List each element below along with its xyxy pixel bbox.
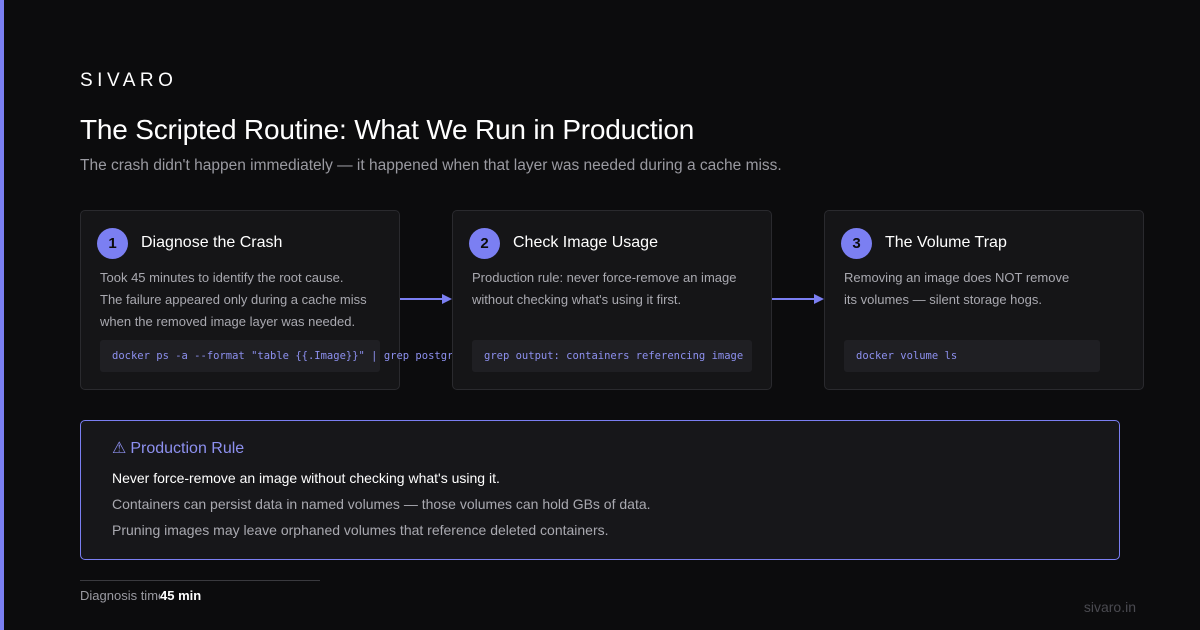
step-description: Took 45 minutes to identify the root cau…: [100, 267, 381, 333]
step-description: Removing an image does NOT remove its vo…: [844, 267, 1125, 311]
code-snippet: grep output: containers referencing imag…: [472, 340, 752, 372]
step-card-1: 1 Diagnose the Crash Took 45 minutes to …: [80, 210, 466, 390]
page-title: The Scripted Routine: What We Run in Pro…: [80, 114, 695, 145]
production-rule-callout: ⚠ Production Rule Never force-remove an i…: [80, 420, 1120, 560]
step-card-2: 2 Check Image Usage Production rule: nev…: [452, 210, 772, 390]
step-description-line: when the removed image layer was needed.: [100, 314, 356, 329]
callout-title-text: Production Rule: [130, 440, 245, 457]
metric-label: Diagnosis time: [80, 588, 160, 603]
code-snippet: docker volume ls: [844, 340, 1100, 372]
step-description: Production rule: never force-remove an i…: [472, 267, 753, 311]
step-description-line: Took 45 minutes to identify the root cau…: [100, 270, 344, 285]
accent-bar: [0, 0, 4, 630]
step-description-line: Production rule: never force-remove an i…: [472, 270, 737, 285]
callout-line: Containers can persist data in named vol…: [112, 496, 651, 512]
metric: Diagnosis time45 min: [80, 588, 201, 603]
footer-url: sivaro.in: [1083, 599, 1136, 615]
arrow-right-icon: [400, 294, 452, 304]
warning-icon: ⚠: [112, 440, 127, 457]
metric-value: 45 min: [160, 588, 202, 603]
step-card-3: 3 The Volume Trap Removing an image does…: [824, 210, 1144, 390]
divider: [80, 580, 320, 581]
step-title: Diagnose the Crash: [141, 234, 283, 251]
step-description-line: Removing an image does NOT remove: [844, 270, 1070, 285]
step-title: Check Image Usage: [513, 234, 658, 251]
step-number-badge: 1: [97, 228, 128, 259]
step-number-badge: 3: [841, 228, 872, 259]
code-snippet: docker ps -a --format "table {{.Image}}"…: [100, 340, 466, 372]
callout-title: ⚠ Production Rule: [112, 438, 244, 458]
step-description-line: The failure appeared only during a cache…: [100, 292, 367, 307]
page-subtitle: The crash didn't happen immediately — it…: [80, 157, 782, 174]
callout-line-primary: Never force-remove an image without chec…: [112, 470, 500, 486]
step-number-badge: 2: [469, 228, 500, 259]
step-description-line: without checking what's using it first.: [472, 292, 682, 307]
step-description-line: its volumes — silent storage hogs.: [844, 292, 1042, 307]
step-title: The Volume Trap: [885, 234, 1007, 251]
arrow-right-icon: [772, 294, 824, 304]
brand-logo: SIVARO: [80, 70, 178, 91]
callout-line: Pruning images may leave orphaned volume…: [112, 522, 609, 538]
